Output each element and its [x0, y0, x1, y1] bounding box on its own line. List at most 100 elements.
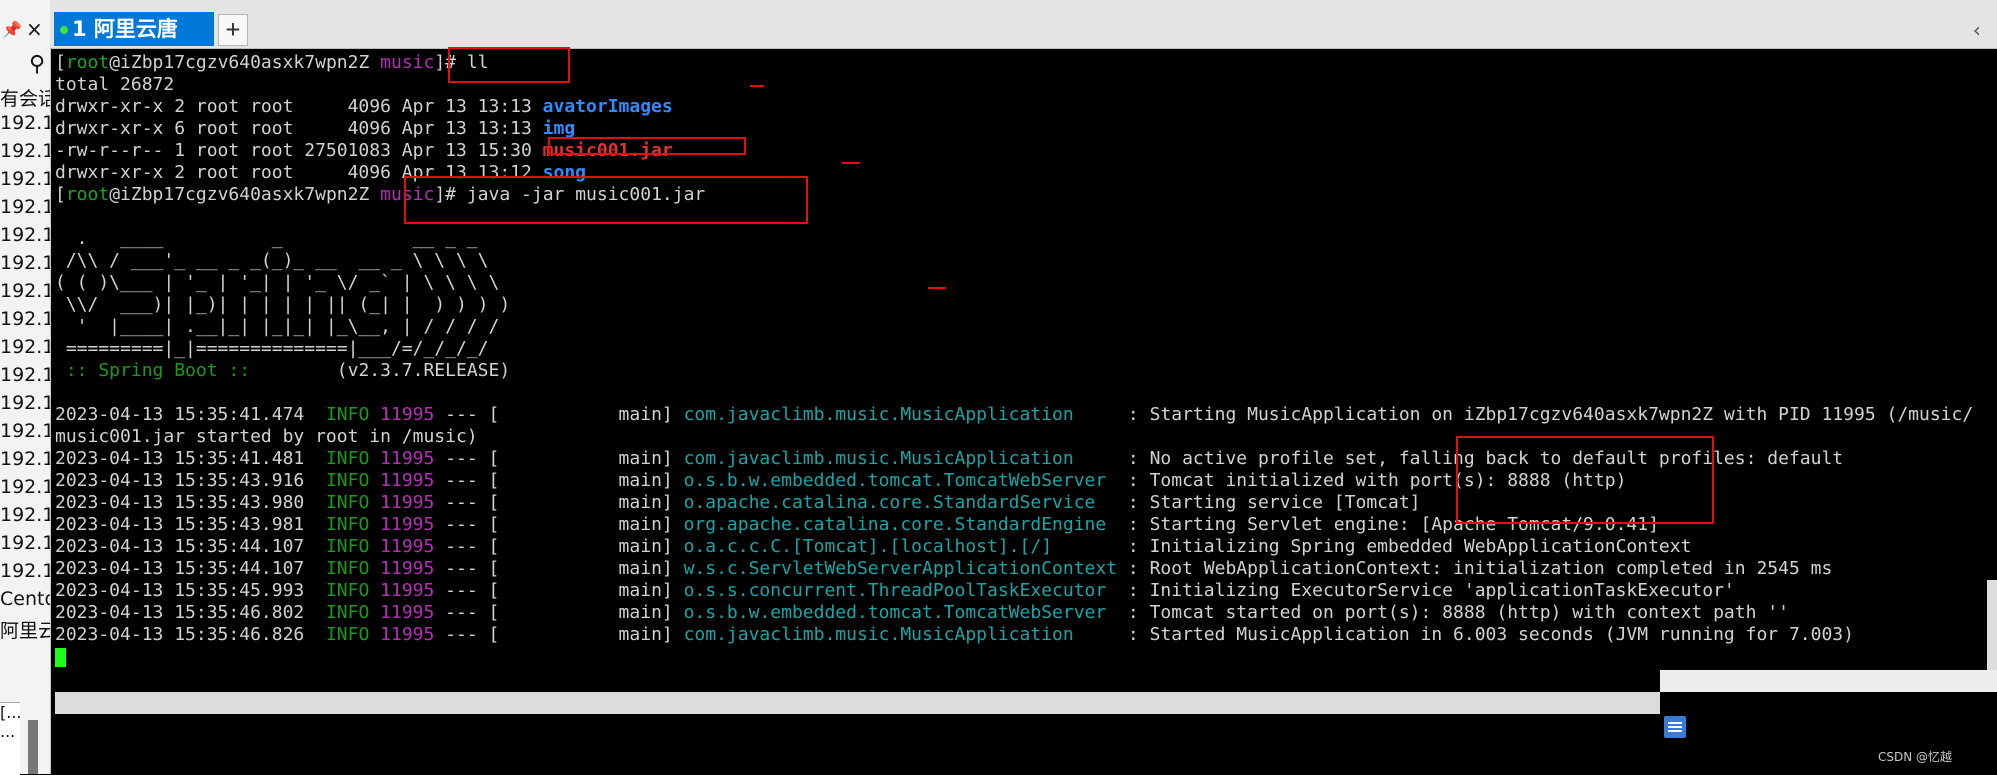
spring-boot-label: :: Spring Boot :: [55, 360, 251, 381]
prompt-line: [root@iZbp17cgzv640asxk7wpn2Z music]# ja… [55, 184, 706, 205]
log-timestamp: 2023-04-13 15:35:41.474 [55, 404, 305, 425]
spring-banner: . ____ _ __ _ _ /\\ / ___'_ __ _ _(_)_ _… [55, 228, 1997, 360]
pin-icon[interactable]: 📌 [2, 20, 22, 39]
prompt-host: @iZbp17cgzv640asxk7wpn2Z [109, 52, 370, 73]
log-message: : Started MusicApplication in 6.003 seco… [1127, 624, 1854, 645]
session-item[interactable]: 192.1 [0, 448, 50, 470]
log-thread: --- [ main] [434, 536, 684, 557]
spring-boot-version-line: :: Spring Boot :: (v2.3.7.RELEASE) [55, 360, 1997, 382]
log-logger: o.a.c.c.C.[Tomcat].[localhost].[/] [683, 536, 1118, 557]
log-thread: --- [ main] [434, 558, 684, 579]
session-item[interactable]: 阿里云 [0, 616, 50, 643]
log-line: 2023-04-13 15:35:46.826 INFO 11995 --- [… [55, 624, 1997, 646]
close-sidebar-button[interactable]: × [26, 17, 43, 41]
log-timestamp: 2023-04-13 15:35:46.802 [55, 602, 305, 623]
session-item[interactable]: 192.1 [0, 252, 50, 274]
prompt-line: [root@iZbp17cgzv640asxk7wpn2Z music]# ll [55, 52, 489, 73]
sidebar-scrollbar[interactable] [28, 720, 38, 774]
log-message: : Starting service [Tomcat] [1127, 492, 1421, 513]
banner-line: /\\ / ___'_ __ _ _(_)_ __ __ _ \ \ \ \ [55, 250, 489, 271]
file-row: drwxr-xr-x 6 root root 4096 Apr 13 13:13… [55, 118, 1997, 140]
cursor-line [55, 646, 1997, 668]
file-name[interactable]: img [543, 118, 576, 139]
file-row: -rw-r--r-- 1 root root 27501083 Apr 13 1… [55, 140, 1997, 162]
session-item[interactable]: 192.1 [0, 112, 50, 134]
sidebar-bottom-item[interactable]: ... [0, 722, 20, 741]
session-item[interactable]: 192.1 [0, 168, 50, 190]
file-name[interactable]: avatorImages [543, 96, 673, 117]
log-thread: --- [ main] [434, 580, 684, 601]
log-thread: --- [ main] [434, 470, 684, 491]
log-thread: --- [ main] [434, 602, 684, 623]
log-message: : Tomcat started on port(s): 8888 (http)… [1127, 602, 1789, 623]
log-timestamp: 2023-04-13 15:35:45.993 [55, 580, 305, 601]
file-listing: drwxr-xr-x 2 root root 4096 Apr 13 13:13… [55, 96, 1997, 184]
log-message: : Starting MusicApplication on iZbp17cgz… [1127, 404, 1974, 425]
banner-line: ' |____| .__|_| |_|_| |_\__, | / / / / [55, 316, 500, 337]
session-item[interactable]: 有会话 [0, 84, 50, 111]
session-item[interactable]: 192.1 [0, 476, 50, 498]
annotation-dash [842, 162, 860, 164]
session-item[interactable]: 192.1 [0, 560, 50, 582]
session-item[interactable]: 192.1 [0, 140, 50, 162]
session-item[interactable]: 192.1 [0, 364, 50, 386]
log-logger: o.s.b.w.embedded.tomcat.TomcatWebServer [683, 470, 1118, 491]
log-level: INFO [325, 404, 370, 425]
log-level: INFO [325, 514, 370, 535]
status-strip [1660, 670, 1997, 692]
log-line: 2023-04-13 15:35:44.107 INFO 11995 --- [… [55, 536, 1997, 558]
log-logger: com.javaclimb.music.MusicApplication [683, 448, 1118, 469]
log-level: INFO [325, 536, 370, 557]
session-item[interactable]: Cento [0, 588, 50, 610]
log-pid: 11995 [380, 492, 435, 513]
horizontal-scrollbar[interactable] [55, 692, 1660, 714]
log-message: : Initializing Spring embedded WebApplic… [1127, 536, 1692, 557]
log-thread: --- [ main] [434, 624, 684, 645]
session-item[interactable]: 192.1 [0, 224, 50, 246]
log-timestamp: 2023-04-13 15:35:41.481 [55, 448, 305, 469]
file-perm: drwxr-xr-x 6 root root 4096 Apr 13 13:13 [55, 118, 543, 139]
log-timestamp: 2023-04-13 15:35:44.107 [55, 558, 305, 579]
log-line: 2023-04-13 15:35:45.993 INFO 11995 --- [… [55, 580, 1997, 602]
session-item[interactable]: 192.1 [0, 196, 50, 218]
sidebar-bottom-item[interactable]: [... [0, 703, 22, 722]
log-pid: 11995 [380, 470, 435, 491]
session-item[interactable]: 192.1 [0, 280, 50, 302]
add-tab-button[interactable]: + [218, 14, 248, 46]
log-pid: 11995 [380, 536, 435, 557]
banner-line: =========|_|==============|___/=/_/_/_/ [55, 338, 489, 359]
tab-session-aliyun[interactable]: 1 阿里云唐 [54, 12, 214, 46]
spring-boot-version: (v2.3.7.RELEASE) [250, 360, 511, 381]
chevron-left-icon[interactable]: ‹ [1971, 18, 1983, 42]
session-item[interactable]: 192.1 [0, 308, 50, 330]
log-message: : Root WebApplicationContext: initializa… [1127, 558, 1833, 579]
log-pid: 11995 [380, 514, 435, 535]
file-row: drwxr-xr-x 2 root root 4096 Apr 13 13:13… [55, 96, 1997, 118]
log-thread: --- [ main] [434, 514, 684, 535]
log-line: 2023-04-13 15:35:41.474 INFO 11995 --- [… [55, 404, 1997, 426]
search-icon[interactable]: ⚲ [29, 52, 45, 77]
terminal-output[interactable]: [root@iZbp17cgzv640asxk7wpn2Z music]# ll… [55, 52, 1997, 672]
log-line: 2023-04-13 15:35:44.107 INFO 11995 --- [… [55, 558, 1997, 580]
log-level: INFO [325, 602, 370, 623]
log-logger: com.javaclimb.music.MusicApplication [683, 624, 1118, 645]
annotation-box [404, 176, 808, 224]
session-item[interactable]: 192.1 [0, 420, 50, 442]
session-item[interactable]: 192.1 [0, 532, 50, 554]
log-level: INFO [325, 624, 370, 645]
log-logger: com.javaclimb.music.MusicApplication [683, 404, 1118, 425]
log-level: INFO [325, 470, 370, 491]
session-sidebar: 📌 × ⚲ 有会话 192.1 192.1 192.1 192.1 192.1 192.1 1… [0, 0, 51, 775]
log-logger: o.s.s.concurrent.ThreadPoolTaskExecutor [683, 580, 1118, 601]
session-item[interactable]: 192.1 [0, 336, 50, 358]
log-logger: org.apache.catalina.core.StandardEngine [683, 514, 1118, 535]
prompt-dir: music [380, 52, 435, 73]
document-icon[interactable] [1664, 716, 1686, 738]
log-pid: 11995 [380, 448, 435, 469]
prompt-user: root [65, 184, 110, 205]
session-item[interactable]: 192.1 [0, 504, 50, 526]
session-item[interactable]: 192.1 [0, 392, 50, 414]
vertical-scrollbar[interactable] [1987, 580, 1997, 670]
